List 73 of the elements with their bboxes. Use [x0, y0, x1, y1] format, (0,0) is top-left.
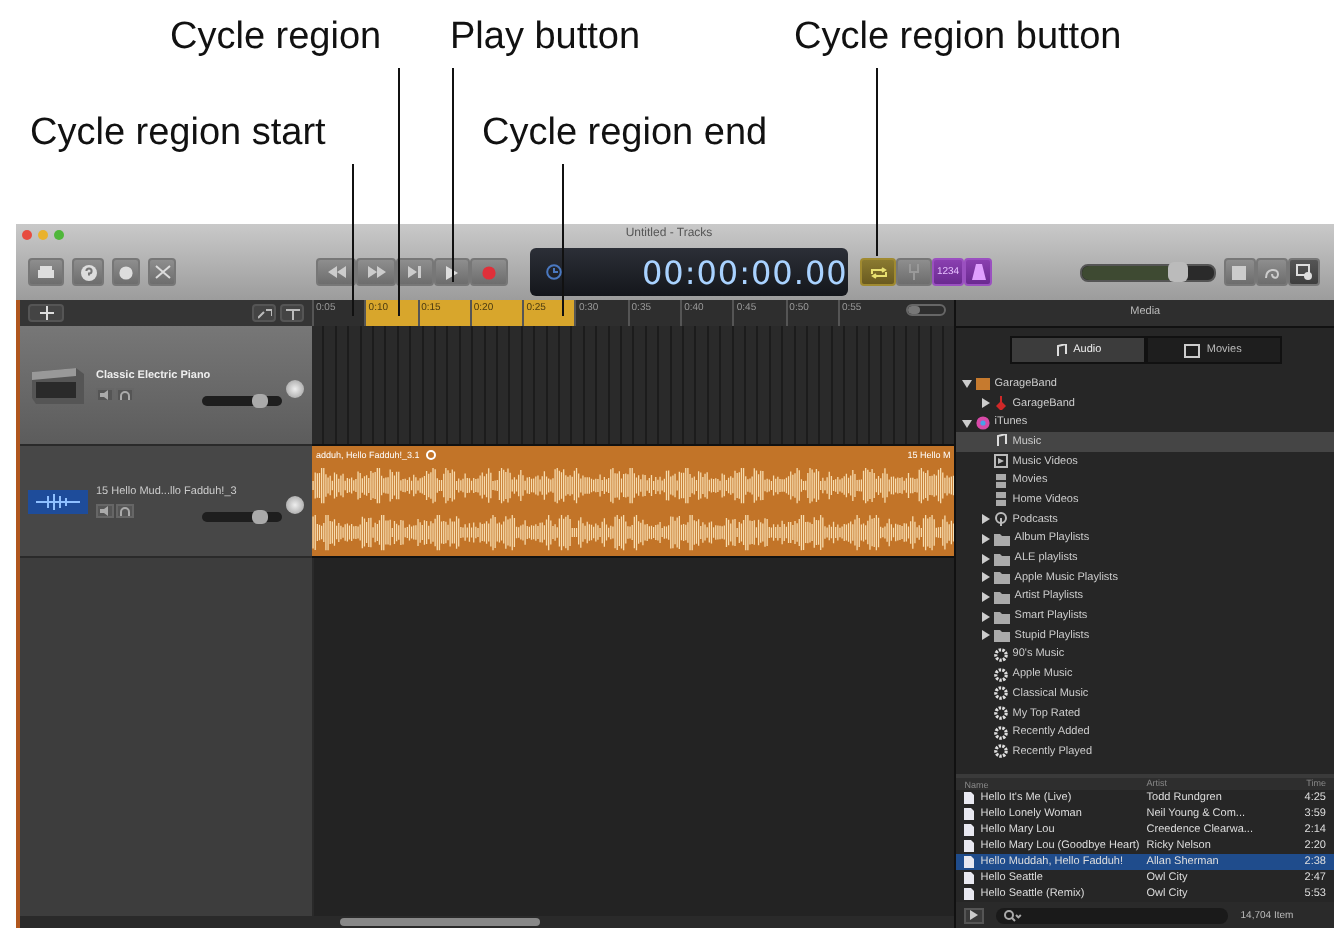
arrows-icon: [257, 307, 271, 319]
time-readout: 00:00:00.00: [642, 253, 848, 291]
close-icon[interactable]: [22, 229, 32, 239]
speaker-icon: [100, 505, 110, 515]
editors-button[interactable]: [148, 258, 176, 286]
skip-icon: [408, 266, 422, 278]
callout-label: Cycle region: [170, 16, 382, 60]
volume-thumb[interactable]: [251, 510, 268, 524]
rewind-button[interactable]: [316, 258, 356, 286]
library-icon: [36, 264, 56, 280]
mute-button[interactable]: [96, 503, 114, 517]
pan-knob[interactable]: [286, 379, 304, 398]
headphones-icon: [120, 389, 130, 399]
mute-button[interactable]: [96, 387, 114, 401]
cycle-icon: [869, 265, 887, 279]
catch-button[interactable]: [252, 304, 276, 322]
record-icon: [482, 265, 496, 279]
headphones-icon: [120, 505, 130, 515]
play-icon: [970, 910, 979, 920]
plus-icon: [39, 306, 53, 320]
expanded-arrow-icon: [962, 378, 973, 389]
fast-forward-icon: [367, 266, 385, 278]
piano-icon: [28, 363, 88, 407]
volume-thumb[interactable]: [251, 394, 268, 409]
play-icon: [446, 265, 458, 279]
tuning-fork-icon: [908, 264, 920, 280]
search-field[interactable]: [996, 907, 1229, 923]
film-icon: [994, 492, 1009, 507]
podcast-icon: [994, 512, 1009, 527]
metronome-button[interactable]: [964, 258, 992, 286]
library-button[interactable]: [28, 258, 64, 286]
pan-knob[interactable]: [286, 495, 304, 514]
note-pad-button[interactable]: [1224, 258, 1256, 286]
clock-icon: [546, 264, 562, 280]
volume-thumb[interactable]: [1167, 261, 1188, 281]
track-volume-slider[interactable]: [202, 396, 282, 407]
film-icon: [994, 473, 1009, 488]
solo-button[interactable]: [116, 503, 134, 517]
cycle-button[interactable]: [860, 258, 896, 286]
media-browser-button[interactable]: [1288, 258, 1320, 286]
scissors-icon: [153, 264, 171, 280]
media-icon: [1295, 264, 1313, 280]
zoom-fill[interactable]: [908, 306, 920, 314]
collapsed-arrow-icon: [980, 398, 991, 409]
play-button[interactable]: [434, 258, 470, 286]
expanded-arrow-icon: [962, 417, 973, 428]
solo-button[interactable]: [116, 387, 134, 401]
callout-label: Cycle region end: [482, 112, 768, 156]
callout-label: Play button: [450, 16, 641, 60]
help-button[interactable]: [72, 258, 104, 286]
music-note-icon: [994, 434, 1009, 449]
film-icon: [1184, 343, 1201, 357]
search-icon: [1004, 909, 1023, 921]
help-icon: [79, 263, 97, 281]
waveform-icon: [28, 489, 88, 513]
rewind-icon: [327, 266, 345, 278]
knob-icon: [118, 264, 134, 280]
smart-controls-button[interactable]: [112, 258, 140, 286]
play-button[interactable]: [964, 907, 985, 923]
speaker-icon: [100, 389, 110, 399]
music-note-icon: [1053, 343, 1068, 357]
master-volume-slider[interactable]: [1080, 263, 1216, 281]
go-to-start-button[interactable]: [396, 258, 434, 286]
callout-label: Cycle region start: [30, 112, 326, 156]
zoom-slider[interactable]: [906, 304, 947, 316]
guitar-icon: [994, 396, 1009, 411]
music-disc-icon: [976, 415, 991, 430]
track-volume-slider[interactable]: [202, 512, 282, 522]
scrollbar-thumb[interactable]: [340, 918, 540, 926]
video-icon: [994, 454, 1009, 469]
metronome-icon: [971, 264, 985, 280]
filter-icon: [285, 307, 299, 319]
callout-label: Cycle region button: [794, 16, 1122, 60]
